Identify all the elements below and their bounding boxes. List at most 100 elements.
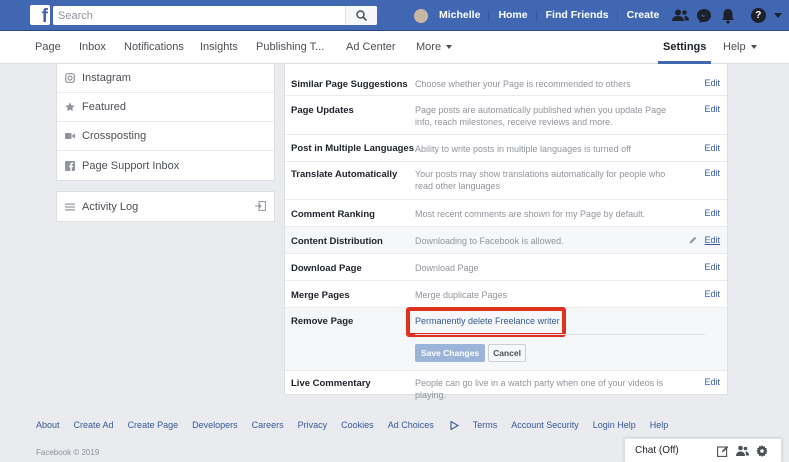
footer-link-cookies[interactable]: Cookies	[341, 420, 374, 430]
search-icon	[356, 10, 367, 21]
chat-label: Chat (Off)	[635, 445, 679, 456]
sidebar-item-featured[interactable]: Featured	[57, 93, 274, 122]
edit-link[interactable]: Edit	[704, 289, 720, 299]
tab-insights[interactable]: Insights	[200, 31, 238, 64]
footer-link-account-security[interactable]: Account Security	[511, 420, 579, 430]
profile-link[interactable]: Michelle	[430, 0, 490, 31]
edit-link[interactable]: Edit	[704, 168, 720, 178]
edit-link[interactable]: Edit	[704, 143, 720, 153]
footer-link-privacy[interactable]: Privacy	[298, 420, 328, 430]
sidebar-item-instagram[interactable]: Instagram	[57, 64, 274, 93]
footer-link-create-page[interactable]: Create Page	[128, 420, 179, 430]
facebook-logo-icon[interactable]: f	[30, 5, 50, 26]
footer-link-about[interactable]: About	[36, 420, 60, 430]
edit-link[interactable]: Edit	[704, 208, 720, 218]
settings-row-similar-page-suggestions: Similar Page Suggestions Choose whether …	[285, 64, 727, 96]
pencil-icon	[689, 236, 697, 244]
row-description: Ability to write posts in multiple langu…	[415, 144, 631, 154]
chevron-down-icon	[446, 45, 453, 50]
sidebar-item-label: Activity Log	[82, 200, 139, 213]
sidebar-item-crossposting[interactable]: Crossposting	[57, 122, 274, 151]
create-link[interactable]: Create	[618, 0, 669, 31]
instagram-icon	[65, 73, 75, 83]
row-description: People can go live in a watch party when…	[415, 378, 664, 400]
search-input[interactable]	[53, 6, 343, 25]
footer-link-careers[interactable]: Careers	[252, 420, 284, 430]
footer-link-create-ad[interactable]: Create Ad	[74, 420, 114, 430]
row-label: Post in Multiple Languages	[291, 143, 414, 154]
row-label: Merge Pages	[291, 290, 350, 301]
row-description: Downloading to Facebook is allowed.	[415, 236, 564, 246]
sidebar-menu: Instagram Featured Crossposting Page Sup…	[56, 64, 275, 181]
messenger-icon[interactable]	[695, 7, 713, 25]
ad-choices-icon	[450, 420, 459, 430]
video-camera-icon	[65, 133, 75, 139]
search-button[interactable]	[345, 6, 377, 25]
sidebar-item-label: Page Support Inbox	[82, 159, 180, 172]
home-link[interactable]: Home	[489, 0, 537, 31]
row-label: Translate Automatically	[291, 169, 398, 180]
sidebar-item-page-support-inbox[interactable]: Page Support Inbox	[57, 151, 274, 180]
row-label: Download Page	[291, 263, 362, 274]
tab-more[interactable]: More	[416, 31, 453, 64]
sidebar-item-label: Crossposting	[82, 130, 147, 142]
tab-inbox[interactable]: Inbox	[79, 31, 106, 64]
settings-row-post-in-multiple-languages: Post in Multiple Languages Ability to wr…	[285, 135, 727, 162]
sidebar-item-label: Featured	[82, 101, 127, 113]
compose-icon[interactable]	[717, 445, 729, 457]
sidebar-item-activity-log[interactable]: Activity Log	[57, 192, 274, 221]
settings-row-download-page: Download Page Download Page Edit	[285, 254, 727, 281]
tab-ad-center[interactable]: Ad Center	[346, 31, 396, 64]
settings-row-comment-ranking: Comment Ranking Most recent comments are…	[285, 200, 727, 227]
chevron-down-icon	[750, 45, 757, 50]
footer-link-ad-choices[interactable]: Ad Choices	[388, 420, 459, 430]
divider	[415, 334, 705, 335]
tab-notifications[interactable]: Notifications	[124, 31, 184, 64]
group-icon[interactable]	[736, 445, 749, 457]
row-description: Choose whether your Page is recommended …	[415, 79, 631, 89]
settings-row-merge-pages: Merge Pages Merge duplicate Pages Edit	[285, 281, 727, 308]
page-nav: Page Inbox Notifications Insights Publis…	[0, 31, 789, 64]
account-menu-chevron-down-icon[interactable]	[774, 13, 783, 18]
chat-bar[interactable]: Chat (Off)	[624, 438, 782, 462]
tab-publishing-tools[interactable]: Publishing T...	[256, 31, 324, 64]
find-friends-link[interactable]: Find Friends	[537, 0, 618, 31]
tab-help[interactable]: Help	[723, 31, 757, 64]
row-label: Similar Page Suggestions	[291, 79, 408, 90]
footer-link-help[interactable]: Help	[650, 420, 669, 430]
edit-link[interactable]: Edit	[704, 377, 720, 387]
edit-link[interactable]: Edit	[704, 104, 720, 114]
row-label: Page Updates	[291, 105, 354, 116]
friend-requests-icon[interactable]	[671, 7, 689, 25]
tab-settings[interactable]: Settings	[658, 31, 712, 64]
top-nav: Michelle Home Find Friends Create ?	[414, 0, 783, 31]
help-icon[interactable]: ?	[749, 7, 767, 25]
edit-link[interactable]: Edit	[704, 78, 720, 88]
row-description: Page posts are automatically published w…	[415, 105, 667, 127]
list-icon	[65, 203, 75, 210]
open-link-icon[interactable]	[255, 201, 266, 211]
sidebar-item-label: Instagram	[82, 72, 131, 84]
tab-help-label: Help	[723, 41, 746, 53]
edit-link[interactable]: Edit	[704, 235, 720, 245]
footer-link-terms[interactable]: Terms	[473, 420, 498, 430]
copyright: Facebook © 2019	[36, 448, 100, 457]
row-label: Live Commentary	[291, 378, 371, 389]
row-description: Your posts may show translations automat…	[415, 169, 666, 191]
settings-row-translate-automatically: Translate Automatically Your posts may s…	[285, 162, 727, 200]
footer-link-login-help[interactable]: Login Help	[593, 420, 636, 430]
footer-link-developers[interactable]: Developers	[192, 420, 238, 430]
search-box	[53, 6, 377, 25]
row-description: Download Page	[415, 263, 479, 273]
tab-more-label: More	[416, 41, 442, 53]
footer-link-ad-choices-label: Ad Choices	[387, 420, 434, 430]
permanently-delete-link[interactable]: Permanently delete Freelance writer	[415, 316, 560, 326]
edit-link[interactable]: Edit	[704, 262, 720, 272]
cancel-button[interactable]: Cancel	[488, 344, 526, 362]
row-label: Remove Page	[291, 316, 354, 327]
tab-page[interactable]: Page	[35, 31, 61, 64]
notifications-bell-icon[interactable]	[719, 7, 737, 25]
avatar[interactable]	[414, 8, 428, 23]
save-changes-button[interactable]: Save Changes	[415, 344, 485, 362]
gear-icon[interactable]	[756, 445, 768, 457]
